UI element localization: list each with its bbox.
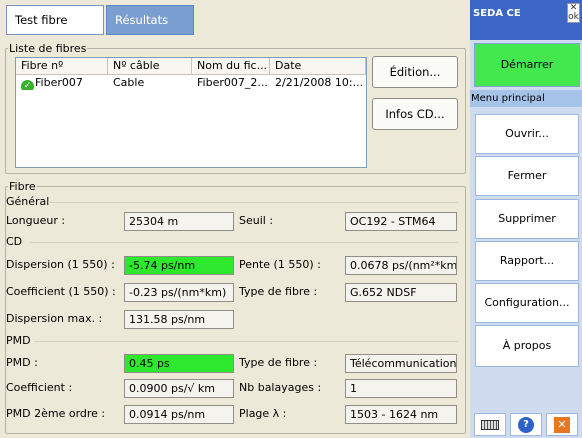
cell-fibre: ✓ Fiber007 xyxy=(16,75,108,90)
pente-value: 0.0678 ps/(nm²*km) xyxy=(345,256,457,275)
divider xyxy=(30,242,458,243)
pmd2-value: 0.0914 ps/nm xyxy=(124,405,234,424)
dispersion-value: -5.74 ps/nm xyxy=(124,256,234,275)
close-icon: ✕ xyxy=(554,416,570,433)
coefficient-value: -0.23 ps/(nm*km) xyxy=(124,283,234,302)
start-button[interactable]: Démarrer xyxy=(474,43,580,87)
nb-balayages-label: Nb balayages : xyxy=(239,381,322,394)
dispersion-max-value: 131.58 ps/nm xyxy=(124,310,234,329)
pmd-value: 0.45 ps xyxy=(124,354,234,373)
main-content: Test fibre Résultats Liste de fibres Fib… xyxy=(0,0,470,438)
edition-button[interactable]: Édition... xyxy=(372,56,458,88)
infos-cd-button[interactable]: Infos CD... xyxy=(372,98,458,130)
help-icon: ? xyxy=(518,416,534,433)
bottom-toolbar: ? ✕ xyxy=(470,410,582,438)
divider xyxy=(48,202,458,203)
seuil-value: OC192 - STM64 xyxy=(345,212,457,231)
pmd-label: PMD : xyxy=(6,356,38,369)
type-fibre-pmd-value: Télécommunications xyxy=(345,354,457,373)
type-fibre-cd-label: Type de fibre : xyxy=(239,285,318,298)
menu-rapport-button[interactable]: Rapport... xyxy=(475,241,579,281)
section-cd-title: CD xyxy=(6,235,23,248)
menu-title: Menu principal xyxy=(470,90,582,107)
section-pmd-title: PMD xyxy=(6,334,31,347)
cell-cable: Cable xyxy=(113,76,145,89)
window-close-icon[interactable]: ✕ ok xyxy=(567,3,580,23)
menu-ouvrir-button[interactable]: Ouvrir... xyxy=(475,114,579,154)
close-button[interactable]: ✕ xyxy=(546,413,578,436)
dispersion-max-label: Dispersion max. : xyxy=(6,312,103,325)
fiber-list[interactable]: Fibre nº Nº câble Nom du fic... Date ✓ Fi… xyxy=(15,57,367,168)
menu-supprimer-button[interactable]: Supprimer xyxy=(475,199,579,239)
help-button[interactable]: ? xyxy=(510,413,542,436)
coefficient-label: Coefficient (1 550) : xyxy=(6,285,116,298)
plage-value: 1503 - 1624 nm xyxy=(345,405,457,424)
plage-label: Plage λ : xyxy=(239,407,287,420)
cell-date: 2/21/2008 10:... xyxy=(275,76,364,89)
nb-balayages-value: 1 xyxy=(345,379,457,398)
side-panel: SEDA CE ✕ ok Démarrer Menu principal Ouvr… xyxy=(470,0,582,438)
column-header-date[interactable]: Date xyxy=(270,58,366,74)
pmd-coefficient-label: Coefficient : xyxy=(6,381,73,394)
cell-fibre-text: Fiber007 xyxy=(35,76,83,89)
longueur-value: 25304 m xyxy=(124,212,234,231)
menu-configuration-button[interactable]: Configuration... xyxy=(475,283,579,323)
seuil-label: Seuil : xyxy=(239,214,274,227)
type-fibre-cd-value: G.652 NDSF xyxy=(345,283,457,302)
tab-test-fibre[interactable]: Test fibre xyxy=(6,5,104,35)
longueur-label: Longueur : xyxy=(6,214,66,227)
keyboard-icon xyxy=(481,419,499,430)
pmd2-label: PMD 2ème ordre : xyxy=(6,407,106,420)
pmd-coefficient-value: 0.0900 ps/√ km xyxy=(124,379,234,398)
column-header-fibre[interactable]: Fibre nº xyxy=(16,58,108,74)
cell-file: Fiber007_2... xyxy=(197,76,268,89)
section-general-title: Général xyxy=(6,195,50,208)
type-fibre-pmd-label: Type de fibre : xyxy=(239,356,318,369)
column-header-cable[interactable]: Nº câble xyxy=(108,58,192,74)
fibre-legend: Fibre xyxy=(9,180,36,193)
brand-title: SEDA CE xyxy=(470,0,582,40)
menu-apropos-button[interactable]: À propos xyxy=(475,325,579,367)
table-row[interactable]: ✓ Fiber007 Cable Fiber007_2... 2/21/2008 … xyxy=(16,75,366,90)
menu-fermer-button[interactable]: Fermer xyxy=(475,156,579,196)
fiber-list-legend: Liste de fibres xyxy=(9,42,87,55)
pente-label: Pente (1 550) : xyxy=(239,258,321,271)
column-header-file[interactable]: Nom du fic... xyxy=(192,58,270,74)
tab-resultats[interactable]: Résultats xyxy=(106,5,194,35)
dispersion-label: Dispersion (1 550) : xyxy=(6,258,115,271)
keyboard-button[interactable] xyxy=(474,413,506,436)
check-icon: ✓ xyxy=(21,80,34,90)
fiber-list-header: Fibre nº Nº câble Nom du fic... Date xyxy=(16,58,366,75)
divider xyxy=(34,341,458,342)
